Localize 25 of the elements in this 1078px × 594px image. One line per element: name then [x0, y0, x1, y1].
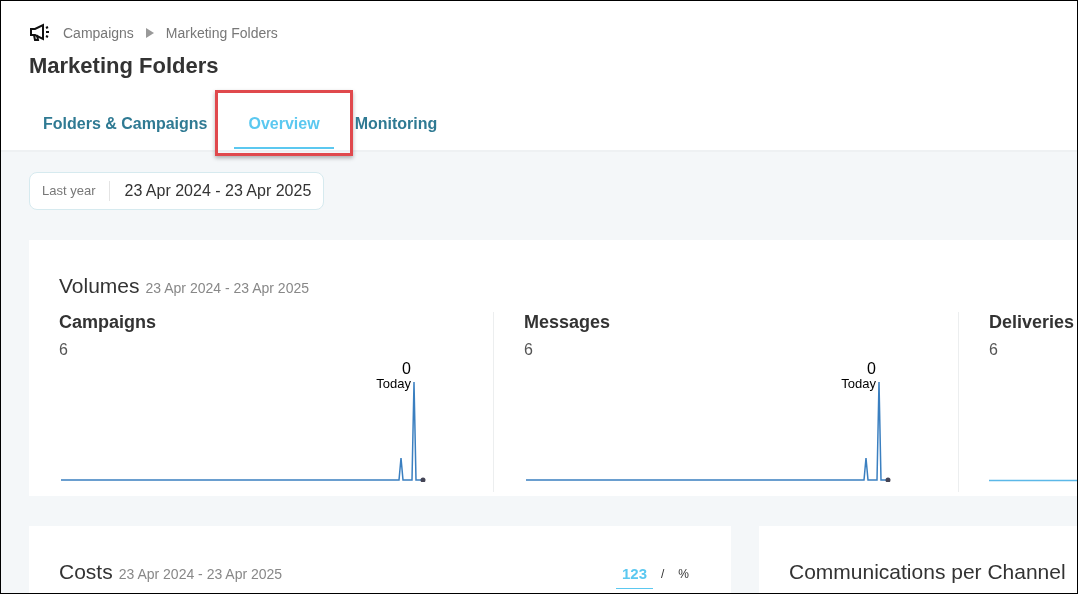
peak-label: Today: [841, 377, 876, 391]
breadcrumb-link[interactable]: Campaigns: [63, 25, 134, 41]
chevron-right-icon: [145, 28, 154, 38]
peak-label: Today: [376, 377, 411, 391]
metric-label: Campaigns: [59, 312, 158, 333]
peak-value: 0: [867, 361, 876, 377]
peak-value: 0: [402, 361, 411, 377]
tab[interactable]: Monitoring: [346, 103, 446, 150]
card-title: Communications per Channel: [789, 560, 1066, 584]
card-title: Costs: [59, 560, 113, 584]
separator-text: /: [661, 567, 665, 583]
metric-label: Messages: [524, 312, 612, 333]
megaphone-icon: [29, 23, 51, 43]
card-title: Volumes: [59, 274, 140, 298]
date-range: 23 Apr 2024 - 23 Apr 2025: [145, 280, 309, 296]
metric-value: 6: [524, 341, 534, 359]
date-range: 23 Apr 2024 - 23 Apr 2025: [118, 566, 283, 582]
metric-value: 6: [59, 341, 69, 359]
tab[interactable]: Folders & Campaigns: [35, 103, 216, 150]
metric-label: Deliveries: [989, 312, 1076, 333]
mode-toggle[interactable]: %: [672, 566, 695, 588]
date-range-picker[interactable]: Last year 23 Apr 2024 - 23 Apr 2025: [29, 172, 325, 210]
breadcrumb-current: Marketing Folders: [165, 25, 278, 41]
page-title: Marketing Folders: [29, 53, 220, 79]
metric-value: 6: [989, 341, 999, 359]
